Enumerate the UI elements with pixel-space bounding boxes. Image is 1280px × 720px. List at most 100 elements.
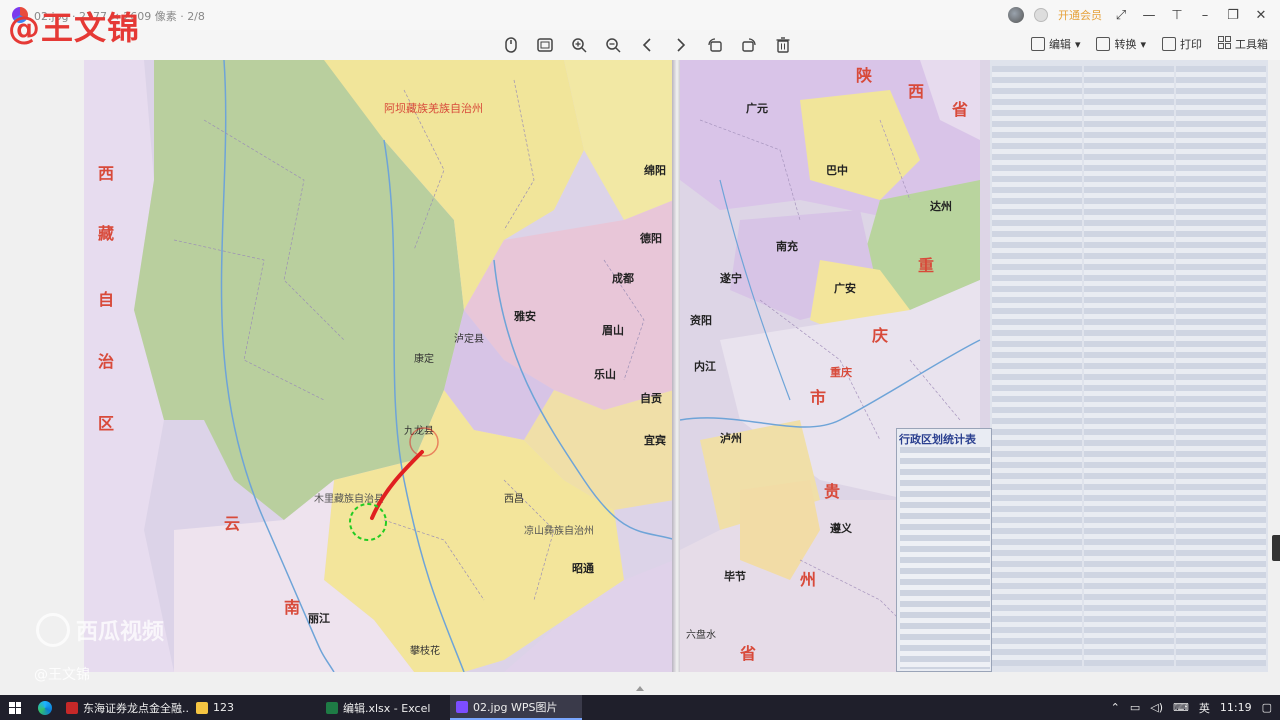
map-label-liupanshui: 六盘水 — [686, 630, 716, 641]
edit-tools: 编辑 ▾ 转换 ▾ 打印 工具箱 — [1030, 36, 1268, 52]
minimize-icon[interactable]: – — [1196, 6, 1214, 24]
province-label-sheng: 省 — [952, 100, 969, 119]
chevron-down-icon: ▾ — [1074, 37, 1081, 51]
previous-icon[interactable] — [634, 35, 660, 55]
province-label-shaan: 陕 — [856, 66, 873, 85]
map-label-xichang: 西昌 — [504, 494, 524, 505]
convert-button[interactable]: 转换 ▾ — [1096, 36, 1146, 52]
ime-indicator[interactable]: 英 — [1199, 700, 1210, 716]
map-label-zigong: 自贡 — [640, 392, 662, 405]
view-tools — [498, 35, 796, 55]
network-icon[interactable]: ▭ — [1130, 701, 1140, 714]
map-label-mianyang: 绵阳 — [644, 164, 666, 177]
wps-image-icon — [456, 700, 468, 713]
map-label-yaan: 雅安 — [514, 310, 536, 323]
print-label: 打印 — [1180, 38, 1202, 51]
stats-title: 行政区划统计表 — [899, 433, 976, 446]
stats-column-2 — [1084, 66, 1174, 666]
province-label-zang: 藏 — [98, 224, 115, 243]
vip-link[interactable]: 开通会员 — [1058, 7, 1102, 23]
rotate-right-icon[interactable] — [736, 35, 762, 55]
task-folder-123[interactable]: 123 — [190, 695, 320, 720]
print-button[interactable]: 打印 — [1162, 36, 1202, 52]
system-tray: ⌃ ▭ ◁) ⌨ 英 11:19 ▢ — [1111, 695, 1272, 720]
toolbox-button[interactable]: 工具箱 — [1218, 36, 1268, 52]
fit-screen-icon[interactable] — [532, 35, 558, 55]
map-label-suining: 遂宁 — [720, 272, 742, 285]
province-label-xi2: 西 — [908, 82, 925, 101]
edge-icon — [38, 700, 52, 715]
close-icon[interactable]: ✕ — [1252, 6, 1270, 24]
map-label-guangan: 广安 — [834, 282, 856, 295]
map-label-yibin: 宜宾 — [644, 434, 666, 447]
province-label-sheng2: 省 — [740, 644, 757, 663]
convert-label: 转换 — [1114, 38, 1137, 51]
map-label-zhaotong: 昭通 — [572, 562, 594, 575]
xigua-logo-icon — [36, 613, 70, 647]
print-icon — [1162, 37, 1176, 51]
clock[interactable]: 11:19 — [1220, 701, 1252, 714]
tray-overflow-icon[interactable]: ⌃ — [1111, 701, 1120, 714]
task-label: 东海证券龙点金全融... — [83, 701, 190, 715]
notification-icon[interactable]: ▢ — [1262, 701, 1272, 714]
province-label-chong: 重 — [918, 256, 935, 275]
pin-icon[interactable]: ⊤ — [1168, 6, 1186, 24]
viewer-toolbar: 编辑 ▾ 转换 ▾ 打印 工具箱 — [0, 30, 1280, 60]
map-label-lijiang: 丽江 — [308, 612, 330, 625]
stats-column-3 — [1176, 66, 1266, 666]
map-label-nanchong: 南充 — [776, 240, 798, 253]
task-excel[interactable]: 编辑.xlsx - Excel — [320, 695, 450, 720]
watermark-author: @王文锦 — [8, 9, 141, 47]
zoom-out-icon[interactable] — [600, 35, 626, 55]
minimize-to-tray-icon[interactable]: — — [1140, 6, 1158, 24]
vip-icon[interactable] — [1034, 8, 1048, 22]
stats-panel: 行政区划统计表 — [896, 428, 992, 672]
map-label-liangshan: 凉山彝族自治州 — [524, 526, 594, 537]
map-label-aba: 阿坝藏族羌族自治州 — [384, 102, 483, 115]
map-label-luzhou: 泸州 — [720, 432, 742, 445]
keyboard-icon[interactable]: ⌨ — [1173, 701, 1189, 714]
xigua-brand: 西瓜视频 — [76, 620, 165, 645]
route-annotation — [349, 427, 439, 541]
start-button[interactable] — [0, 695, 30, 720]
volume-icon[interactable]: ◁) — [1150, 701, 1163, 714]
map-label-kangding: 康定 — [414, 354, 434, 365]
task-wps-image[interactable]: 02.jpg WPS图片 — [450, 695, 582, 720]
map-label-chengdu: 成都 — [612, 272, 634, 285]
province-label-zi: 自 — [98, 290, 115, 309]
taskbar: 东海证券龙点金全融... 123 编辑.xlsx - Excel 02.jpg … — [0, 695, 1280, 720]
delete-icon[interactable] — [770, 35, 796, 55]
zoom-in-icon[interactable] — [566, 35, 592, 55]
task-label: 123 — [213, 701, 234, 714]
province-label-gui: 贵 — [824, 482, 841, 501]
xigua-watermark: 西瓜视频 — [36, 613, 164, 647]
map-label-neijiang: 内江 — [694, 360, 716, 373]
edge-button[interactable] — [30, 700, 60, 715]
map-label-bijie: 毕节 — [724, 570, 746, 583]
edit-button[interactable]: 编辑 ▾ — [1030, 36, 1081, 52]
fullscreen-icon[interactable]: ⤢ — [1112, 6, 1130, 24]
map-image[interactable]: 阿坝藏族羌族自治州 木里藏族自治县 凉山彝族自治州 成都 德阳 绵阳 雅安 乐山… — [84, 60, 1268, 672]
task-securities-app[interactable]: 东海证券龙点金全融... — [60, 695, 190, 720]
map-label-chongqing: 重庆 — [830, 366, 852, 379]
watermark-handle: @王文锦 — [34, 667, 90, 683]
restore-icon[interactable]: ❐ — [1224, 6, 1242, 24]
next-icon[interactable] — [668, 35, 694, 55]
map-label-deyang: 德阳 — [640, 232, 662, 245]
map-left-page: 阿坝藏族羌族自治州 木里藏族自治县 凉山彝族自治州 成都 德阳 绵阳 雅安 乐山… — [84, 60, 677, 672]
province-label-qing: 庆 — [872, 326, 889, 345]
side-panel-handle[interactable] — [1272, 535, 1280, 561]
image-stage[interactable]: 阿坝藏族羌族自治州 木里藏族自治县 凉山彝族自治州 成都 德阳 绵阳 雅安 乐山… — [0, 60, 1280, 695]
province-label-nan: 南 — [284, 598, 301, 617]
mouse-mode-icon[interactable] — [498, 35, 524, 55]
stats-column-1 — [992, 66, 1082, 666]
avatar[interactable] — [1008, 7, 1024, 23]
map-label-bazhong: 巴中 — [826, 164, 848, 177]
title-right-tools: 开通会员 ⤢ — ⊤ – ❐ ✕ — [1008, 4, 1270, 26]
rotate-left-icon[interactable] — [702, 35, 728, 55]
thumbnail-toggle-icon[interactable] — [636, 686, 644, 691]
securities-app-icon — [66, 701, 78, 714]
toolbox-label: 工具箱 — [1235, 38, 1268, 51]
province-label-yun: 云 — [224, 514, 241, 533]
province-label-zhi: 治 — [98, 352, 115, 371]
